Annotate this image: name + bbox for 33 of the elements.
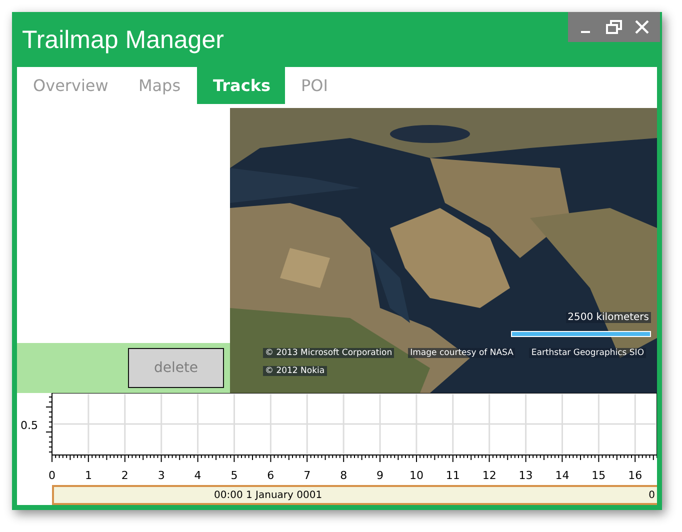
x-tick-label: 4 bbox=[194, 469, 202, 482]
map-attribution: Image courtesy of NASA bbox=[408, 348, 516, 358]
close-icon[interactable] bbox=[634, 19, 650, 35]
tab[interactable]: Overview bbox=[17, 67, 122, 104]
x-tick-label: 15 bbox=[592, 469, 606, 482]
status-value: 0 bbox=[648, 490, 656, 500]
map-attribution: © 2012 Nokia bbox=[263, 366, 327, 376]
tab[interactable]: Tracks bbox=[197, 67, 285, 104]
map-attribution: © 2013 Microsoft Corporation bbox=[263, 348, 394, 358]
y-axis bbox=[46, 396, 52, 452]
status-time: 00:00 1 January 0001 bbox=[214, 490, 322, 500]
x-tick-label: 12 bbox=[482, 469, 496, 482]
x-tick-label: 0 bbox=[48, 469, 56, 482]
tab[interactable]: Maps bbox=[122, 67, 197, 104]
x-tick-label: 5 bbox=[230, 469, 238, 482]
x-tick-label: 11 bbox=[446, 469, 460, 482]
x-tick-label: 13 bbox=[518, 469, 533, 482]
tab[interactable]: POI bbox=[285, 67, 345, 104]
window-title: Trailmap Manager bbox=[21, 25, 224, 55]
restore-icon[interactable] bbox=[604, 19, 623, 35]
x-tick-label: 1 bbox=[84, 469, 92, 482]
x-tick-label: 6 bbox=[267, 469, 274, 482]
y-tick-label: 0.5 bbox=[20, 419, 38, 432]
x-tick-label: 14 bbox=[555, 469, 570, 482]
x-tick-label: 16 bbox=[628, 469, 642, 482]
x-tick-label: 2 bbox=[121, 469, 128, 482]
x-tick-label: 7 bbox=[304, 469, 311, 482]
scale-label: 2500 kilometers bbox=[566, 312, 651, 323]
map-attribution: Earthstar Geographics SIO bbox=[529, 348, 646, 358]
x-tick-label: 9 bbox=[376, 469, 384, 482]
x-tick-label: 10 bbox=[409, 469, 424, 482]
x-tick-label: 3 bbox=[158, 469, 165, 482]
x-tick-label: 8 bbox=[340, 469, 348, 482]
